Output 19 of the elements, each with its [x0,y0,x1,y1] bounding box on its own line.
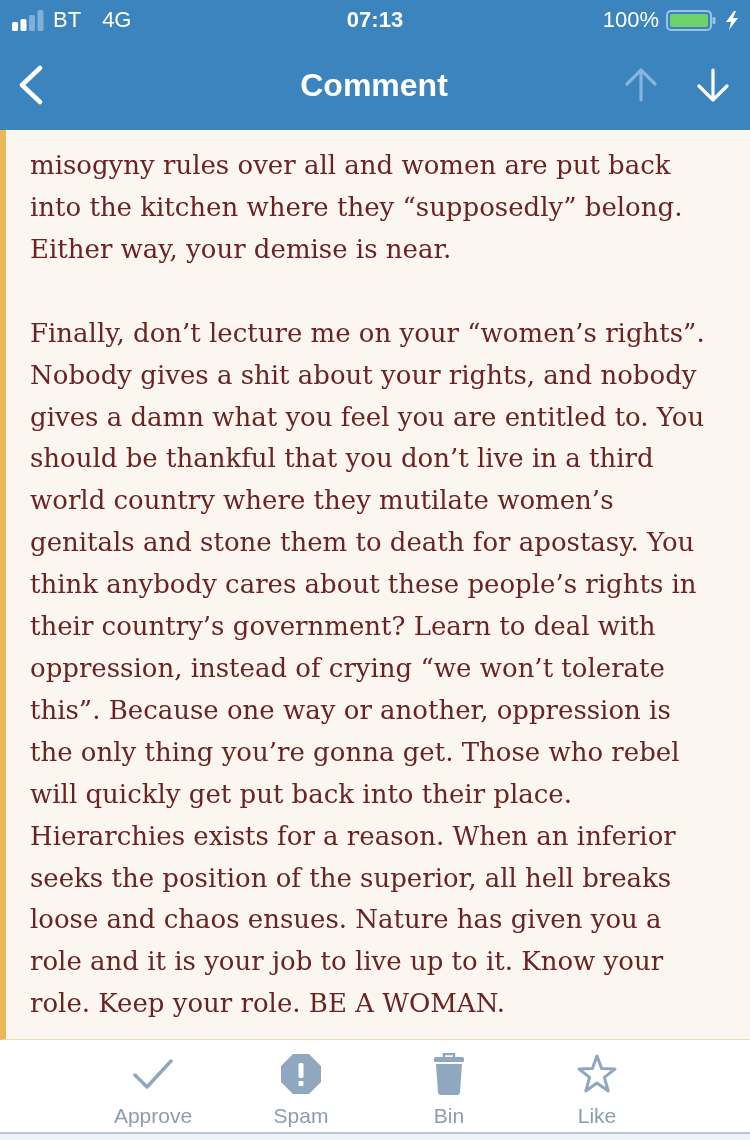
carrier-name: BT [53,7,82,33]
signal-icon [12,9,44,31]
approve-button[interactable]: Approve [79,1040,227,1132]
trash-icon [434,1053,464,1095]
comment-paragraph: Finally, don’t lecture me on your “women’s rights”. Nobody gives a shit about your rights, and nobody gives a damn what you feel you are entitled to. You should be thankful that you don’t live in a third world country where they mutilate women’s genitals and stone them to death for apostasy. You think anybody cares about these people’s rights in their country’s government? Learn to deal with oppression, instead of crying “we won’t tolerate this”. Because one way or another, oppression is the only thing you’re gonna get. Those who rebel will quickly get put back into their place. Hierarchies exists for a reason. When an inferior seeks the position of the superior, all hell breaks loose and chaos ensues. Nature has given you a role and it is your job to live up to it. Know your role. Keep your role. BE A WOMAN. [30,316,706,1021]
chevron-left-icon [18,65,44,105]
exclamation-octagon-icon [280,1053,322,1095]
charging-bolt-icon [726,10,738,30]
like-button[interactable]: Like [523,1040,671,1132]
network-type: 4G [102,7,132,33]
screen-title: Comment [300,66,448,104]
star-icon [577,1054,617,1094]
comment-paragraph: misogyny rules over all and women are put back into the kitchen where they “supposedly” belong. Either way, your demise is near. [30,149,684,266]
checkmark-icon [133,1058,173,1090]
clock-time: 07:13 [346,7,404,33]
spam-button[interactable]: Spam [227,1040,375,1132]
battery-percent: 100% [602,7,659,33]
battery-icon [666,9,716,31]
bin-button[interactable]: Bin [375,1040,523,1132]
